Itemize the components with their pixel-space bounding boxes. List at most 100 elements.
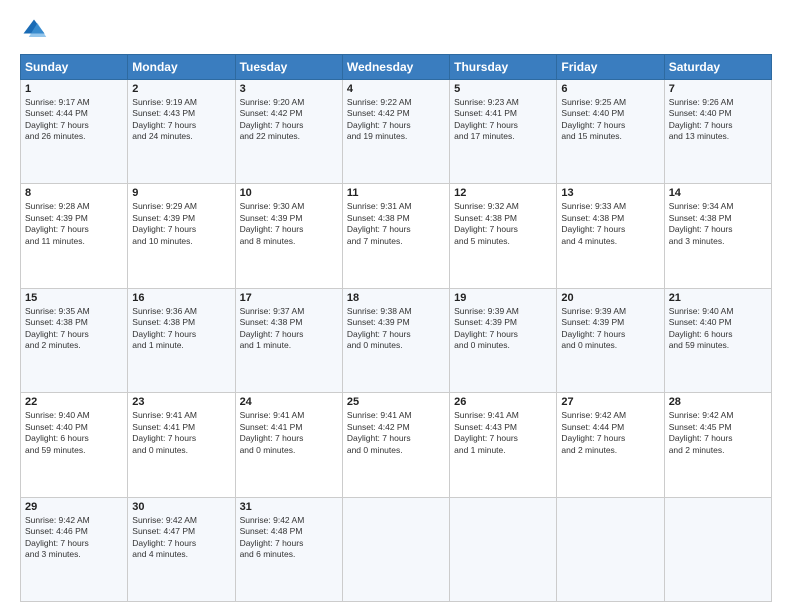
calendar-cell: 1 Sunrise: 9:17 AM Sunset: 4:44 PM Daylig…: [21, 80, 128, 184]
calendar-cell: 16Sunrise: 9:36 AM Sunset: 4:38 PM Dayli…: [128, 288, 235, 392]
calendar-cell: 13 Sunrise: 9:33 AM Sunset: 4:38 PM Dayli…: [557, 184, 664, 288]
day-detail: Sunrise: 9:35 AM Sunset: 4:38 PM Dayligh…: [25, 306, 123, 352]
day-detail: Sunrise: 9:30 AM Sunset: 4:39 PM Dayligh…: [240, 201, 338, 247]
calendar-cell: 28 Sunrise: 9:42 AM Sunset: 4:45 PM Dayli…: [664, 393, 771, 497]
calendar-cell: 23Sunrise: 9:41 AM Sunset: 4:41 PM Dayli…: [128, 393, 235, 497]
day-detail: Sunrise: 9:22 AM Sunset: 4:42 PM Dayligh…: [347, 97, 445, 143]
day-number: 8: [25, 187, 123, 199]
calendar-cell: [342, 497, 449, 601]
calendar-cell: 12 Sunrise: 9:32 AM Sunset: 4:38 PM Dayli…: [450, 184, 557, 288]
day-detail: Sunrise: 9:17 AM Sunset: 4:44 PM Dayligh…: [25, 97, 123, 143]
day-number: 18: [347, 292, 445, 304]
day-detail: Sunrise: 9:32 AM Sunset: 4:38 PM Dayligh…: [454, 201, 552, 247]
day-detail: Sunrise: 9:41 AM Sunset: 4:42 PM Dayligh…: [347, 410, 445, 456]
calendar-cell: 9 Sunrise: 9:29 AM Sunset: 4:39 PM Daylig…: [128, 184, 235, 288]
day-detail: Sunrise: 9:20 AM Sunset: 4:42 PM Dayligh…: [240, 97, 338, 143]
calendar-cell: 18Sunrise: 9:38 AM Sunset: 4:39 PM Dayli…: [342, 288, 449, 392]
calendar-cell: 27 Sunrise: 9:42 AM Sunset: 4:44 PM Dayli…: [557, 393, 664, 497]
day-detail: Sunrise: 9:42 AM Sunset: 4:48 PM Dayligh…: [240, 515, 338, 561]
day-detail: Sunrise: 9:25 AM Sunset: 4:40 PM Dayligh…: [561, 97, 659, 143]
day-detail: Sunrise: 9:28 AM Sunset: 4:39 PM Dayligh…: [25, 201, 123, 247]
header-cell-friday: Friday: [557, 55, 664, 80]
day-number: 24: [240, 396, 338, 408]
day-number: 28: [669, 396, 767, 408]
calendar-cell: 7 Sunrise: 9:26 AM Sunset: 4:40 PM Daylig…: [664, 80, 771, 184]
day-number: 5: [454, 83, 552, 95]
calendar-cell: 24 Sunrise: 9:41 AM Sunset: 4:41 PM Dayli…: [235, 393, 342, 497]
page: SundayMondayTuesdayWednesdayThursdayFrid…: [0, 0, 792, 612]
calendar-cell: 26 Sunrise: 9:41 AM Sunset: 4:43 PM Dayli…: [450, 393, 557, 497]
calendar-cell: [664, 497, 771, 601]
day-detail: Sunrise: 9:29 AM Sunset: 4:39 PM Dayligh…: [132, 201, 230, 247]
header-cell-wednesday: Wednesday: [342, 55, 449, 80]
calendar-cell: 5 Sunrise: 9:23 AM Sunset: 4:41 PM Daylig…: [450, 80, 557, 184]
calendar-cell: 19 Sunrise: 9:39 AM Sunset: 4:39 PM Dayli…: [450, 288, 557, 392]
day-detail: Sunrise: 9:37 AM Sunset: 4:38 PM Dayligh…: [240, 306, 338, 352]
day-number: 17: [240, 292, 338, 304]
calendar-week-5: 29Sunrise: 9:42 AM Sunset: 4:46 PM Dayli…: [21, 497, 772, 601]
day-detail: Sunrise: 9:39 AM Sunset: 4:39 PM Dayligh…: [454, 306, 552, 352]
header: [20, 16, 772, 44]
day-number: 12: [454, 187, 552, 199]
calendar-week-1: 1 Sunrise: 9:17 AM Sunset: 4:44 PM Daylig…: [21, 80, 772, 184]
calendar-week-3: 15 Sunrise: 9:35 AM Sunset: 4:38 PM Dayli…: [21, 288, 772, 392]
day-number: 14: [669, 187, 767, 199]
day-number: 4: [347, 83, 445, 95]
header-cell-sunday: Sunday: [21, 55, 128, 80]
calendar-cell: 20 Sunrise: 9:39 AM Sunset: 4:39 PM Dayli…: [557, 288, 664, 392]
day-number: 19: [454, 292, 552, 304]
day-number: 1: [25, 83, 123, 95]
calendar-cell: 31 Sunrise: 9:42 AM Sunset: 4:48 PM Dayli…: [235, 497, 342, 601]
day-detail: Sunrise: 9:26 AM Sunset: 4:40 PM Dayligh…: [669, 97, 767, 143]
day-detail: Sunrise: 9:41 AM Sunset: 4:43 PM Dayligh…: [454, 410, 552, 456]
day-number: 30: [132, 501, 230, 513]
day-detail: Sunrise: 9:41 AM Sunset: 4:41 PM Dayligh…: [240, 410, 338, 456]
calendar-cell: 14Sunrise: 9:34 AM Sunset: 4:38 PM Dayli…: [664, 184, 771, 288]
day-number: 23: [132, 396, 230, 408]
day-detail: Sunrise: 9:33 AM Sunset: 4:38 PM Dayligh…: [561, 201, 659, 247]
day-detail: Sunrise: 9:31 AM Sunset: 4:38 PM Dayligh…: [347, 201, 445, 247]
day-detail: Sunrise: 9:19 AM Sunset: 4:43 PM Dayligh…: [132, 97, 230, 143]
day-number: 25: [347, 396, 445, 408]
day-number: 15: [25, 292, 123, 304]
calendar-cell: 11Sunrise: 9:31 AM Sunset: 4:38 PM Dayli…: [342, 184, 449, 288]
calendar-cell: 15 Sunrise: 9:35 AM Sunset: 4:38 PM Dayli…: [21, 288, 128, 392]
header-cell-saturday: Saturday: [664, 55, 771, 80]
day-number: 16: [132, 292, 230, 304]
day-detail: Sunrise: 9:42 AM Sunset: 4:45 PM Dayligh…: [669, 410, 767, 456]
calendar-cell: 10 Sunrise: 9:30 AM Sunset: 4:39 PM Dayli…: [235, 184, 342, 288]
day-number: 3: [240, 83, 338, 95]
calendar-header: SundayMondayTuesdayWednesdayThursdayFrid…: [21, 55, 772, 80]
calendar-week-2: 8 Sunrise: 9:28 AM Sunset: 4:39 PM Daylig…: [21, 184, 772, 288]
calendar-cell: [557, 497, 664, 601]
day-detail: Sunrise: 9:39 AM Sunset: 4:39 PM Dayligh…: [561, 306, 659, 352]
day-number: 27: [561, 396, 659, 408]
day-detail: Sunrise: 9:23 AM Sunset: 4:41 PM Dayligh…: [454, 97, 552, 143]
calendar-cell: 2Sunrise: 9:19 AM Sunset: 4:43 PM Daylig…: [128, 80, 235, 184]
day-number: 6: [561, 83, 659, 95]
day-number: 21: [669, 292, 767, 304]
day-number: 26: [454, 396, 552, 408]
day-number: 31: [240, 501, 338, 513]
calendar-table: SundayMondayTuesdayWednesdayThursdayFrid…: [20, 54, 772, 602]
header-cell-thursday: Thursday: [450, 55, 557, 80]
calendar-cell: 30 Sunrise: 9:42 AM Sunset: 4:47 PM Dayli…: [128, 497, 235, 601]
day-detail: Sunrise: 9:42 AM Sunset: 4:47 PM Dayligh…: [132, 515, 230, 561]
day-number: 20: [561, 292, 659, 304]
calendar-cell: 3 Sunrise: 9:20 AM Sunset: 4:42 PM Daylig…: [235, 80, 342, 184]
header-cell-monday: Monday: [128, 55, 235, 80]
calendar-cell: 29Sunrise: 9:42 AM Sunset: 4:46 PM Dayli…: [21, 497, 128, 601]
calendar-cell: 4 Sunrise: 9:22 AM Sunset: 4:42 PM Daylig…: [342, 80, 449, 184]
day-detail: Sunrise: 9:42 AM Sunset: 4:44 PM Dayligh…: [561, 410, 659, 456]
day-number: 10: [240, 187, 338, 199]
day-number: 9: [132, 187, 230, 199]
day-detail: Sunrise: 9:40 AM Sunset: 4:40 PM Dayligh…: [25, 410, 123, 456]
calendar-week-4: 22Sunrise: 9:40 AM Sunset: 4:40 PM Dayli…: [21, 393, 772, 497]
day-number: 7: [669, 83, 767, 95]
calendar-cell: 22Sunrise: 9:40 AM Sunset: 4:40 PM Dayli…: [21, 393, 128, 497]
calendar-body: 1 Sunrise: 9:17 AM Sunset: 4:44 PM Daylig…: [21, 80, 772, 602]
day-number: 29: [25, 501, 123, 513]
calendar-cell: [450, 497, 557, 601]
calendar-cell: 25 Sunrise: 9:41 AM Sunset: 4:42 PM Dayli…: [342, 393, 449, 497]
day-number: 13: [561, 187, 659, 199]
